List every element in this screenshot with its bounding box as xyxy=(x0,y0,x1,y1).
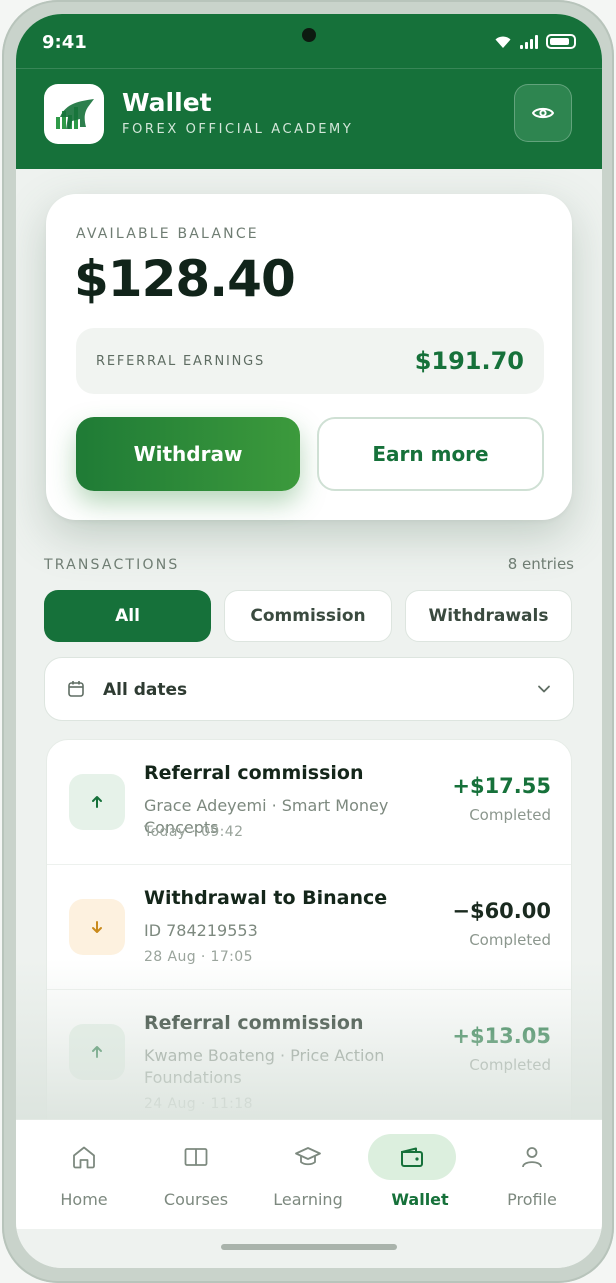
nav-label-home: Home xyxy=(60,1190,108,1209)
earn-more-button[interactable]: Earn more xyxy=(317,417,544,491)
home-indicator[interactable] xyxy=(221,1244,397,1250)
transaction-title: Withdrawal to Binance xyxy=(144,887,388,909)
graduation-cap-icon xyxy=(278,1134,338,1180)
referral-earnings-box: REFERRAL EARNINGS $191.70 xyxy=(76,328,544,394)
nav-label-courses: Courses xyxy=(163,1190,229,1209)
nav-label-learning: Learning xyxy=(273,1190,343,1209)
bottom-navigation: Home Courses Learning Wallet Profile xyxy=(16,1119,602,1229)
date-filter-select[interactable]: All dates xyxy=(44,657,574,721)
camera-cutout xyxy=(302,28,316,42)
wifi-icon xyxy=(495,36,511,48)
transactions-heading: TRANSACTIONS xyxy=(44,557,180,573)
available-balance-label: AVAILABLE BALANCE xyxy=(76,226,259,242)
transaction-time: 24 Aug · 11:18 xyxy=(144,1096,253,1112)
wallet-icon xyxy=(368,1134,456,1180)
eye-icon xyxy=(532,107,554,119)
date-filter-value: All dates xyxy=(103,680,188,700)
transaction-status: Completed xyxy=(469,931,551,949)
transaction-amount: +$13.05 xyxy=(452,1024,551,1048)
balance-card: AVAILABLE BALANCE $128.40 REFERRAL EARNI… xyxy=(46,194,572,520)
transaction-filters: All Commission Withdrawals xyxy=(44,590,574,642)
transaction-status: Completed xyxy=(469,1056,551,1074)
available-balance-amount: $128.40 xyxy=(74,250,296,308)
bull-chart-logo xyxy=(44,84,104,144)
incoming-arrow-icon xyxy=(69,774,125,830)
nav-item-wallet[interactable]: Wallet xyxy=(364,1120,476,1230)
transaction-description: ID 784219553 xyxy=(144,921,258,940)
calendar-icon xyxy=(68,681,84,697)
transactions-list: Referral commission Grace Adeyemi · Smar… xyxy=(46,739,572,1159)
transaction-row[interactable]: Withdrawal to Binance ID 784219553 28 Au… xyxy=(47,865,571,990)
app-header: 9:41 Wallet FOREX OFFICIAL ACADEMY xyxy=(16,14,602,169)
filter-all[interactable]: All xyxy=(44,590,211,642)
header-divider xyxy=(16,68,602,69)
transaction-amount: −$60.00 xyxy=(452,899,551,923)
nav-item-home[interactable]: Home xyxy=(28,1120,140,1230)
referral-earnings-label: REFERRAL EARNINGS xyxy=(96,354,266,369)
transaction-time: Today · 09:42 xyxy=(144,824,244,840)
transaction-description: Kwame Boateng · Price Action Foundations xyxy=(144,1046,385,1087)
nav-label-wallet: Wallet xyxy=(391,1190,449,1209)
referral-earnings-amount: $191.70 xyxy=(414,347,524,375)
incoming-arrow-icon xyxy=(69,1024,125,1080)
outgoing-arrow-icon xyxy=(69,899,125,955)
chevron-down-icon xyxy=(538,685,550,693)
logo-icon xyxy=(56,99,94,129)
nav-label-profile: Profile xyxy=(507,1190,557,1209)
home-icon xyxy=(54,1134,114,1180)
nav-item-learning[interactable]: Learning xyxy=(252,1120,364,1230)
battery-icon xyxy=(546,34,576,49)
book-icon xyxy=(166,1134,226,1180)
transaction-row[interactable]: Referral commission Grace Adeyemi · Smar… xyxy=(47,740,571,865)
page-subtitle: FOREX OFFICIAL ACADEMY xyxy=(122,122,354,137)
filter-withdrawals[interactable]: Withdrawals xyxy=(405,590,572,642)
transaction-title: Referral commission xyxy=(144,762,364,784)
withdraw-button[interactable]: Withdraw xyxy=(76,417,300,491)
user-icon xyxy=(502,1134,562,1180)
transaction-status: Completed xyxy=(469,806,551,824)
status-icons xyxy=(494,34,576,49)
filter-commission[interactable]: Commission xyxy=(224,590,392,642)
status-time: 9:41 xyxy=(42,32,87,53)
phone-frame: 9:41 Wallet FOREX OFFICIAL ACADEMY AVAIL… xyxy=(2,0,614,1283)
transactions-count: 8 entries xyxy=(507,555,574,573)
nav-item-profile[interactable]: Profile xyxy=(476,1120,588,1230)
transaction-amount: +$17.55 xyxy=(452,774,551,798)
transaction-title: Referral commission xyxy=(144,1012,364,1034)
transaction-time: 28 Aug · 17:05 xyxy=(144,949,253,965)
app-screen: 9:41 Wallet FOREX OFFICIAL ACADEMY AVAIL… xyxy=(16,14,602,1268)
signal-icon xyxy=(520,34,538,49)
page-title: Wallet xyxy=(122,88,212,117)
nav-item-courses[interactable]: Courses xyxy=(140,1120,252,1230)
toggle-balance-visibility-button[interactable] xyxy=(514,84,572,142)
